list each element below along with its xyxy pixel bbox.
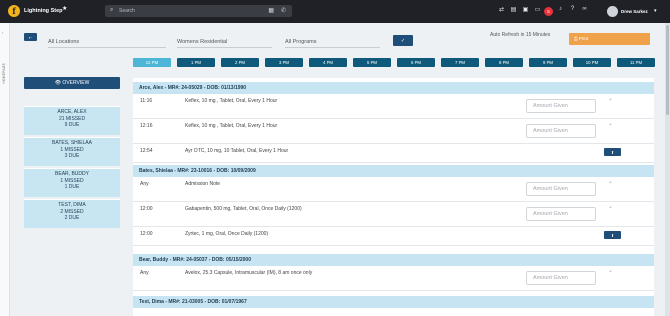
medication-panel: Arce, Alex - MR#: 24-05029 - DOB: 01/13/… <box>133 78 654 316</box>
app-logo[interactable]: f <box>8 5 20 17</box>
search-input[interactable]: ⌕ Search ▦ ✆ <box>105 5 292 17</box>
time-slot-12pm[interactable]: 12 PM <box>133 58 171 67</box>
time-slot-1pm[interactable]: 1 PM <box>177 58 215 67</box>
patient-card[interactable]: BATES, SHIELAA 1 MISSED 3 DUE <box>24 137 120 166</box>
med-row: 12:16 Keflex, 10 mg , Tablet, Oral, Ever… <box>133 119 654 144</box>
location-select[interactable]: All Locations <box>48 37 166 48</box>
message-icon[interactable]: ▭ <box>534 6 541 13</box>
time-slot-2pm[interactable]: 2 PM <box>221 58 259 67</box>
top-bar: f Lightning Step ★ ⌕ Search ▦ ✆ ⇄ ▤ ▣ ▭ … <box>0 0 670 23</box>
amount-given-input[interactable]: Amount Given <box>526 124 596 138</box>
med-time: Any <box>140 181 149 187</box>
apply-filter-button[interactable]: ✓ <box>393 35 413 46</box>
chevron-down-icon[interactable]: ▾ <box>654 8 657 14</box>
med-description: Ayr OTC, 10 mg, 10 Tablet, Oral, Every 1… <box>185 148 289 154</box>
med-row: 11:16 Keflex, 10 mg , Tablet, Oral, Ever… <box>133 94 654 119</box>
med-time: 12:16 <box>140 123 153 129</box>
med-time: 12:00 <box>140 206 153 212</box>
amount-given-input[interactable]: Amount Given <box>526 182 596 196</box>
arrow-left-icon: ⇠ <box>28 34 33 40</box>
patient-card[interactable]: ARCE, ALEX 21 MISSED 9 DUE <box>24 106 120 135</box>
bell-icon[interactable]: ♪ <box>557 6 564 12</box>
left-nav: ‹ HOMEPAGE <box>0 23 10 316</box>
med-description: Keflex, 10 mg , Tablet, Oral, Every 1 Ho… <box>185 123 278 129</box>
auto-refresh-text: Auto Refresh in 15 Minutes <box>490 32 551 38</box>
patient-card-due: 1 DUE <box>64 184 80 190</box>
med-description: Zyrtec, 1 mg, Oral, Once Daily (1200) <box>185 231 269 237</box>
overview-button[interactable]: 👁 OVERVIEW <box>24 77 120 89</box>
add-icon[interactable]: + <box>609 269 612 275</box>
user-name[interactable]: Drew Sarkez <box>621 9 648 14</box>
patient-card[interactable]: BEAR, BUDDY 1 MISSED 1 DUE <box>24 168 120 197</box>
time-slot-10pm[interactable]: 10 PM <box>573 58 611 67</box>
program-select[interactable]: All Programs <box>285 37 380 48</box>
med-description: Avelox, 25.3 Capsule, Intramuscular (IM)… <box>185 270 313 276</box>
residential-select[interactable]: Womens Residential <box>177 37 272 48</box>
med-description: Gabapentin, 500 mg, Tablet, Oral, Once D… <box>185 206 302 212</box>
time-slot-bar: 12 PM 1 PM 2 PM 3 PM 4 PM 5 PM 6 PM 7 PM… <box>133 58 655 67</box>
med-time: 12:54 <box>140 148 153 154</box>
med-row: Any Admission Note Amount Given + <box>133 177 654 202</box>
time-slot-5pm[interactable]: 5 PM <box>353 58 391 67</box>
patient-card[interactable]: TEST, DIMA 2 MISSED 2 DUE <box>24 199 120 228</box>
back-button[interactable]: ⇠ <box>24 33 37 41</box>
med-row: 12:54 Ayr OTC, 10 mg, 10 Tablet, Oral, E… <box>133 144 654 163</box>
time-slot-3pm[interactable]: 3 PM <box>265 58 303 67</box>
med-row: 12:00 Gabapentin, 500 mg, Tablet, Oral, … <box>133 202 654 227</box>
med-time: 11:16 <box>140 98 153 104</box>
calendar-icon[interactable]: ▤ <box>510 6 517 13</box>
print-button[interactable]: ⎙ Print <box>569 33 650 45</box>
calculator-icon[interactable]: ▦ <box>268 7 274 14</box>
amount-given-input[interactable]: Amount Given <box>526 99 596 113</box>
amount-given-input[interactable]: Amount Given <box>526 271 596 285</box>
grid-icon[interactable]: ▣ <box>522 6 529 13</box>
patient-header: Bates, Shielaa - MR#: 23-10016 - DOB: 10… <box>133 165 654 177</box>
app-name: Lightning Step <box>24 8 63 14</box>
med-time: Any <box>140 270 149 276</box>
add-icon[interactable]: + <box>609 180 612 186</box>
patient-card-due: 2 DUE <box>64 215 80 221</box>
link-icon[interactable]: ∞ <box>581 6 588 12</box>
homepage-label[interactable]: HOMEPAGE <box>2 63 8 84</box>
administer-button[interactable]: ⬆ <box>604 231 621 239</box>
search-placeholder: Search <box>119 8 135 14</box>
administer-button[interactable]: ⬆ <box>604 148 621 156</box>
add-icon[interactable]: + <box>609 122 612 128</box>
patient-header: Arce, Alex - MR#: 24-05029 - DOB: 01/13/… <box>133 82 654 94</box>
phone-icon[interactable]: ✆ <box>281 7 286 14</box>
med-row: 12:00 Zyrtec, 1 mg, Oral, Once Daily (12… <box>133 227 654 246</box>
add-icon[interactable]: + <box>609 97 612 103</box>
chevron-left-icon[interactable]: ‹ <box>2 30 3 35</box>
amount-given-input[interactable]: Amount Given <box>526 207 596 221</box>
notification-badge[interactable]: 5 <box>544 7 553 16</box>
help-icon[interactable]: ? <box>569 6 576 12</box>
add-icon[interactable]: + <box>609 205 612 211</box>
time-slot-4pm[interactable]: 4 PM <box>309 58 347 67</box>
patient-header: Bear, Buddy - MR#: 24-05037 - DOB: 05/15… <box>133 254 654 266</box>
med-time: 12:00 <box>140 231 153 237</box>
time-slot-9pm[interactable]: 9 PM <box>529 58 567 67</box>
patient-card-due: 3 DUE <box>64 153 80 159</box>
patient-card-due: 9 DUE <box>64 122 80 128</box>
time-slot-11pm[interactable]: 11 PM <box>617 58 655 67</box>
favorite-star-icon[interactable]: ★ <box>62 5 67 12</box>
med-row: Any Avelox, 25.3 Capsule, Intramuscular … <box>133 266 654 291</box>
time-slot-7pm[interactable]: 7 PM <box>441 58 479 67</box>
med-description: Keflex, 10 mg , Tablet, Oral, Every 1 Ho… <box>185 98 278 104</box>
med-description: Admission Note <box>185 181 221 187</box>
time-slot-6pm[interactable]: 6 PM <box>397 58 435 67</box>
patient-header: Test, Dima - MR#: 21-03005 - DOB: 01/07/… <box>133 296 654 308</box>
scrollbar-thumb[interactable] <box>666 25 669 115</box>
share-icon[interactable]: ⇄ <box>498 6 505 13</box>
search-icon: ⌕ <box>110 7 114 13</box>
time-slot-8pm[interactable]: 8 PM <box>485 58 523 67</box>
avatar[interactable] <box>607 6 618 17</box>
